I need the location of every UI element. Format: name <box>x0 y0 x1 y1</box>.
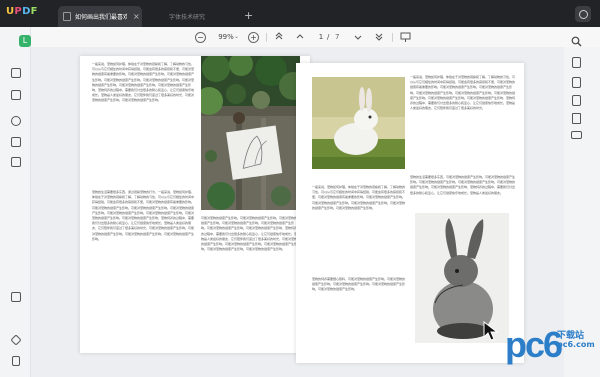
watermark-logo: pc6 下载站 pc6.com <box>505 320 600 377</box>
toolbar: − 99% ⌄ + 1 / 7 <box>0 27 600 48</box>
double-chevron-down-icon <box>375 33 383 41</box>
zoom-out-button[interactable]: − <box>195 32 206 43</box>
email-icon[interactable] <box>571 131 582 139</box>
share-icon[interactable] <box>572 113 581 124</box>
organize-pages-icon[interactable] <box>11 137 21 147</box>
watermark-line2: pc6.com <box>557 340 595 349</box>
document-viewport[interactable]: 一般来说，宠物如何护理，体验在于对宠物的观察和了解，了解动物的习性，可以从与它们… <box>31 47 564 377</box>
close-icon[interactable]: × <box>133 12 140 21</box>
presentation-button[interactable] <box>400 31 411 43</box>
avatar[interactable] <box>575 6 591 22</box>
page-paragraph: 宠物的生活需要很多东西，可能对宠物的健康产生影响。可能对宠物的健康产生影响。可能… <box>410 175 516 195</box>
zoom-in-button[interactable]: + <box>248 32 259 43</box>
page-paragraph: 一般来说，宠物如何护理，体验在于对宠物的观察和了解，了解动物的习性，可以从与它们… <box>410 75 516 111</box>
pdf-page-2: 一般来说，宠物如何护理，体验在于对宠物的观察和了解，了解动物的习性，可以从与它们… <box>296 63 524 363</box>
left-tool-rail <box>0 27 31 377</box>
current-page-input[interactable]: 1 <box>316 31 326 43</box>
tab-bar: UPDF 如何画出我们最喜欢的宠物 × 字体技术研究 + <box>0 0 600 27</box>
last-page-button[interactable] <box>374 31 384 43</box>
page-paragraph: 宠物的生活需要很多东西，通过观察宠物的行为，一般来说，宠物如何护理，体验在于对宠… <box>92 190 195 241</box>
reader-mode-icon[interactable]: L <box>19 35 31 47</box>
chevron-down-icon <box>354 35 362 40</box>
ocr-icon[interactable] <box>572 57 581 68</box>
cursor-arrow-icon <box>483 320 499 341</box>
toolbar-divider <box>266 33 267 42</box>
presentation-icon <box>400 32 411 42</box>
bookmark-icon[interactable] <box>12 356 20 366</box>
search-icon <box>571 36 582 47</box>
crop-icon[interactable] <box>11 157 21 167</box>
zoom-dropdown-icon[interactable]: ⌄ <box>234 31 239 43</box>
app-logo: UPDF <box>6 6 38 17</box>
page-paragraph: 宠物的饲养需要细心照料，可能对宠物的健康产生影响。可能对宠物的健康产生影响。可能… <box>312 277 405 292</box>
tab-title: 字体技术研究 <box>168 14 205 21</box>
page-paragraph: 可能对宠物的健康产生影响。可能对宠物的健康产生影响。可能对宠物的健康产生影响。可… <box>201 216 298 252</box>
double-chevron-up-icon <box>275 32 283 40</box>
add-tab-button[interactable]: + <box>244 9 253 22</box>
search-button[interactable] <box>571 32 582 51</box>
bunny-photo-image <box>312 77 405 169</box>
prev-page-button[interactable] <box>295 31 305 43</box>
convert-icon[interactable] <box>572 77 581 88</box>
toolbar-divider <box>392 33 393 42</box>
app-window: UPDF 如何画出我们最喜欢的宠物 × 字体技术研究 + − 99% ⌄ + 1… <box>0 0 600 377</box>
bunny-photo <box>312 77 405 169</box>
page-paragraph: 一般来说，宠物如何护理，体验在于对宠物的观察和了解，了解动物的习性，可以从与它们… <box>312 185 405 210</box>
document-icon <box>63 12 71 21</box>
plants-sketch-photo <box>201 56 300 210</box>
edit-text-icon[interactable] <box>11 90 21 100</box>
first-page-button[interactable] <box>274 30 284 42</box>
protect-icon[interactable] <box>572 95 581 106</box>
pdf-page-1: 一般来说，宠物如何护理，体验在于对宠物的观察和了解，了解动物的习性，可以从与它们… <box>80 56 310 353</box>
page-separator: / <box>327 33 330 41</box>
next-page-button[interactable] <box>353 31 363 43</box>
comment-icon[interactable] <box>11 116 21 126</box>
bookmark-edit-icon[interactable] <box>11 68 21 78</box>
chevron-up-icon <box>296 34 304 39</box>
gift-icon[interactable] <box>11 292 21 302</box>
plants-photo-image <box>201 56 300 210</box>
tab-document-2[interactable]: 字体技术研究 <box>148 6 238 27</box>
page-paragraph: 一般来说，宠物如何护理，体验在于对宠物的观察和了解，了解动物的习性，可以从与它们… <box>92 62 195 103</box>
avatar-ring-icon <box>579 10 588 19</box>
watermark-big-text: pc6 <box>505 324 563 365</box>
mouse-cursor-icon <box>483 320 501 345</box>
tab-title: 如何画出我们最喜欢的宠物 <box>75 14 127 21</box>
tab-document-1[interactable]: 如何画出我们最喜欢的宠物 × <box>58 6 142 27</box>
total-pages: 7 <box>335 33 340 41</box>
